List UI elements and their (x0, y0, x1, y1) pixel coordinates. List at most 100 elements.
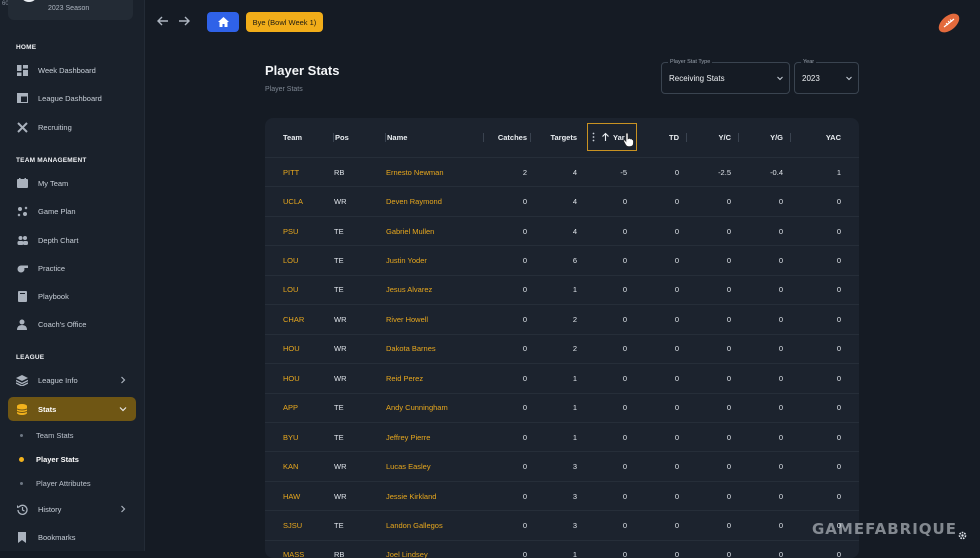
cell-team[interactable]: PSU (265, 215, 334, 246)
cell-team[interactable]: LOU (265, 245, 334, 276)
cell-team[interactable]: KAN (265, 451, 334, 482)
column-header-td[interactable]: TD (635, 118, 687, 158)
cell-team[interactable]: APP (265, 392, 334, 423)
column-header-name[interactable]: Name (386, 118, 484, 158)
year-select[interactable]: 2023 Year (794, 59, 859, 94)
table-row[interactable]: HOU WR Reid Perez 0 1 0 0 0 0 0 (265, 363, 859, 393)
dashboard-icon (16, 64, 28, 76)
cell-td: 0 (635, 215, 687, 246)
cell-name[interactable]: Jeffrey Pierre (386, 421, 484, 452)
column-header-label: Catches (497, 133, 527, 142)
cell-team[interactable]: MASS (265, 539, 334, 558)
sidebar-item-coachs-office[interactable]: Coach's Office (8, 312, 136, 336)
stat-type-select[interactable]: Receiving Stats Player Stat Type (661, 59, 790, 94)
season-card[interactable]: 2023 Season (8, 0, 133, 20)
sidebar-subitem-player-attributes[interactable]: Player Attributes (20, 476, 91, 490)
sidebar-subitem-player-stats[interactable]: Player Stats (19, 452, 79, 466)
table-row[interactable]: SJSU TE Landon Gallegos 0 3 0 0 0 0 0 (265, 510, 859, 541)
forward-arrow-icon[interactable] (176, 13, 192, 29)
table-row[interactable]: PITT RB Ernesto Newman 2 4 -5 0 -2.5 -0.… (265, 156, 859, 187)
cell-name[interactable]: Justin Yoder (386, 245, 484, 276)
table-row[interactable]: BYU TE Jeffrey Pierre 0 1 0 0 0 0 0 (265, 421, 859, 452)
cell-yac: 0 (791, 451, 859, 482)
recruiting-icon (16, 121, 28, 133)
chevron-right-icon (121, 505, 126, 513)
sort-ascending-icon[interactable] (601, 132, 610, 142)
table-row[interactable]: HAW WR Jessie Kirkland 0 3 0 0 0 0 0 (265, 480, 859, 511)
column-header-yc[interactable]: Y/C (687, 118, 739, 158)
column-header-yac[interactable]: YAC (791, 118, 859, 158)
section-league: LEAGUE (16, 354, 45, 361)
cell-td: 0 (635, 333, 687, 364)
cell-yards: 0 (583, 451, 635, 482)
table-row[interactable]: MASS RB Joel Lindsey 0 1 0 0 0 0 0 (265, 539, 859, 558)
sidebar-item-game-plan[interactable]: Game Plan (8, 199, 136, 223)
chevron-right-icon (121, 376, 126, 384)
table-row[interactable]: CHAR WR River Howell 0 2 0 0 0 0 0 (265, 304, 859, 335)
cell-name[interactable]: Reid Perez (386, 363, 484, 393)
sidebar-item-stats[interactable]: Stats (8, 397, 136, 421)
cell-name[interactable]: Gabriel Mullen (386, 215, 484, 246)
cell-name[interactable]: River Howell (386, 304, 484, 335)
football-icon[interactable] (936, 11, 962, 35)
cell-catches: 0 (484, 392, 531, 423)
cell-name[interactable]: Andy Cunningham (386, 392, 484, 423)
cell-team[interactable]: UCLA (265, 186, 334, 217)
table-row[interactable]: UCLA WR Deven Raymond 0 4 0 0 0 0 0 (265, 186, 859, 217)
column-header-yg[interactable]: Y/G (739, 118, 791, 158)
cell-team[interactable]: CHAR (265, 304, 334, 335)
gear-icon[interactable] (957, 530, 968, 541)
cell-team[interactable]: HOU (265, 333, 334, 364)
sidebar-subitem-team-stats[interactable]: Team Stats (20, 428, 74, 442)
year-select-box[interactable]: 2023 (794, 62, 859, 94)
cell-td: 0 (635, 156, 687, 187)
sidebar-item-playbook[interactable]: Playbook (8, 284, 136, 308)
sidebar-item-my-team[interactable]: My Team (8, 171, 136, 195)
cell-name[interactable]: Landon Gallegos (386, 510, 484, 541)
current-week-button[interactable]: Bye (Bowl Week 1) (246, 12, 323, 32)
sidebar-item-depth-chart[interactable]: Depth Chart (8, 228, 136, 252)
cell-name[interactable]: Joel Lindsey (386, 539, 484, 558)
cell-team[interactable]: PITT (265, 156, 334, 187)
column-header-catches[interactable]: Catches (484, 118, 531, 158)
cell-td: 0 (635, 392, 687, 423)
column-header-team[interactable]: Team (265, 118, 334, 158)
sidebar-item-history[interactable]: History (8, 497, 136, 521)
table-row[interactable]: LOU TE Justin Yoder 0 6 0 0 0 0 0 (265, 245, 859, 276)
table-row[interactable]: LOU TE Jesus Alvarez 0 1 0 0 0 0 0 (265, 274, 859, 305)
table-row[interactable]: APP TE Andy Cunningham 0 1 0 0 0 0 0 (265, 392, 859, 423)
sidebar-item-league-info[interactable]: League Info (8, 368, 136, 392)
cell-yac: 0 (791, 245, 859, 276)
cell-team[interactable]: LOU (265, 274, 334, 305)
sidebar-item-league-dashboard[interactable]: League Dashboard (8, 86, 136, 110)
cell-yc: 0 (687, 539, 739, 558)
column-header-targets[interactable]: Targets (531, 118, 583, 158)
column-header-pos[interactable]: Pos (334, 118, 386, 158)
cell-catches: 2 (484, 156, 531, 187)
cell-name[interactable]: Lucas Easley (386, 451, 484, 482)
cell-targets: 2 (531, 304, 583, 335)
cell-team[interactable]: HAW (265, 480, 334, 511)
cell-team[interactable]: SJSU (265, 510, 334, 541)
cell-team[interactable]: HOU (265, 363, 334, 393)
column-menu-icon[interactable] (592, 132, 595, 142)
back-arrow-icon[interactable] (155, 13, 171, 29)
player-stats-table: Team Pos Name Catches Targets TD Y/C Y/G… (265, 118, 859, 558)
cell-name[interactable]: Dakota Barnes (386, 333, 484, 364)
cell-team[interactable]: BYU (265, 421, 334, 452)
cell-name[interactable]: Jesus Alvarez (386, 274, 484, 305)
stat-type-select-box[interactable]: Receiving Stats (661, 62, 790, 94)
sidebar-item-practice[interactable]: Practice (8, 256, 136, 280)
sidebar-item-recruiting[interactable]: Recruiting (8, 115, 136, 139)
home-button[interactable] (207, 12, 239, 32)
column-header-label: Y/C (718, 133, 731, 142)
table-row[interactable]: KAN WR Lucas Easley 0 3 0 0 0 0 0 (265, 451, 859, 482)
table-row[interactable]: PSU TE Gabriel Mullen 0 4 0 0 0 0 0 (265, 215, 859, 246)
table-row[interactable]: HOU WR Dakota Barnes 0 2 0 0 0 0 0 (265, 333, 859, 364)
cell-name[interactable]: Jessie Kirkland (386, 480, 484, 511)
sidebar-item-bookmarks[interactable]: Bookmarks (8, 525, 136, 549)
cell-name[interactable]: Ernesto Newman (386, 156, 484, 187)
coach-icon (16, 318, 28, 330)
sidebar-item-week-dashboard[interactable]: Week Dashboard (8, 58, 136, 82)
cell-name[interactable]: Deven Raymond (386, 186, 484, 217)
